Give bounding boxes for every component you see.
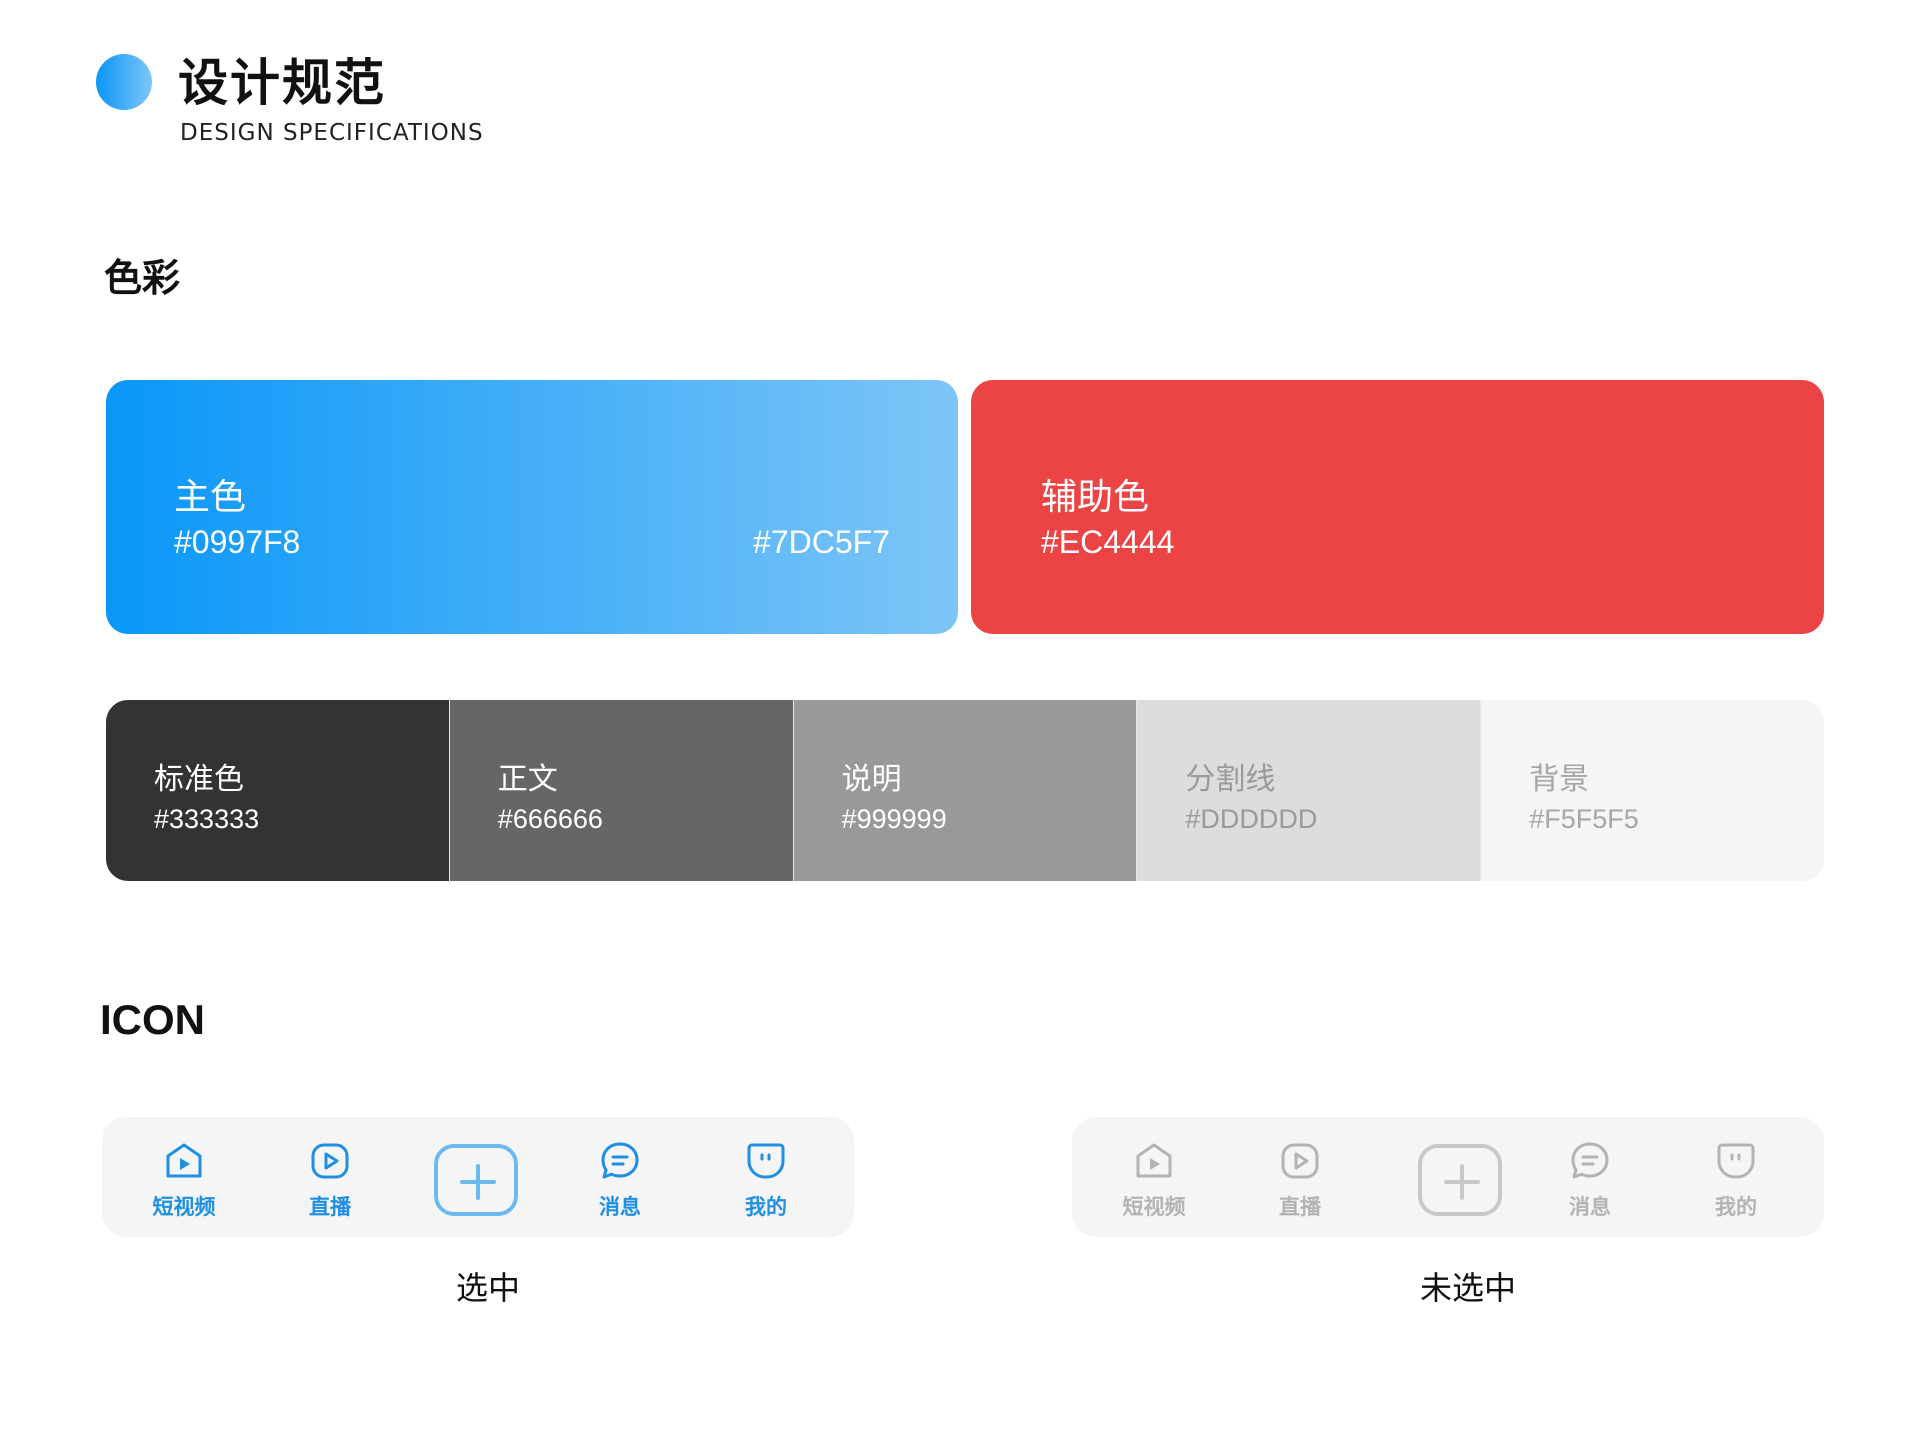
tab-label: 短视频 <box>1122 1195 1186 1219</box>
message-icon <box>1571 1142 1609 1179</box>
tab-messages[interactable]: 消息 <box>560 1117 680 1237</box>
page-title: 设计规范 <box>178 54 386 112</box>
swatch-hex: #F5F5F5 <box>1529 804 1639 834</box>
neutral-color-strip: 标准色 #333333 正文 #666666 说明 #999999 分割线 #D… <box>106 700 1824 881</box>
tabbar-unselected: 短视频 直播 消息 我的 <box>1072 1117 1824 1237</box>
tab-label: 直播 <box>309 1195 351 1219</box>
tab-label: 消息 <box>1569 1195 1611 1219</box>
primary-color-card: 主色 #0997F8 #7DC5F7 <box>106 380 958 634</box>
section-title-icons: ICON <box>100 996 205 1043</box>
live-play-icon <box>311 1143 349 1179</box>
profile-icon <box>1717 1143 1755 1179</box>
swatch-hex: #DDDDDD <box>1185 804 1318 834</box>
swatch-label: 正文 <box>497 762 558 797</box>
add-icon <box>460 1164 496 1200</box>
tab-profile[interactable]: 我的 <box>1676 1117 1796 1237</box>
tab-short-video[interactable]: 短视频 <box>124 1117 244 1237</box>
primary-color-hex-end: #7DC5F7 <box>753 524 890 560</box>
swatch-hex: #333333 <box>154 804 260 834</box>
section-title-colors: 色彩 <box>104 256 181 300</box>
tab-label: 消息 <box>599 1195 641 1219</box>
primary-color-hex-start: #0997F8 <box>174 524 301 560</box>
tab-label: 我的 <box>1715 1195 1757 1219</box>
tab-label: 短视频 <box>152 1195 216 1219</box>
swatch-divider: 分割线 #DDDDDD <box>1136 700 1481 881</box>
swatch-label: 背景 <box>1529 762 1590 797</box>
primary-color-label: 主色 <box>174 477 247 518</box>
tab-live[interactable]: 直播 <box>1240 1117 1360 1237</box>
swatch-hex: #666666 <box>497 804 603 834</box>
caption-unselected: 未选中 <box>1419 1269 1516 1307</box>
swatch-hex: #999999 <box>841 804 947 834</box>
tab-label: 直播 <box>1279 1195 1321 1219</box>
add-icon <box>1444 1164 1480 1200</box>
tab-profile[interactable]: 我的 <box>706 1117 826 1237</box>
secondary-color-card: 辅助色 #EC4444 <box>971 380 1824 634</box>
swatch-label: 标准色 <box>154 762 244 797</box>
add-button-selected[interactable] <box>434 1144 518 1216</box>
tab-label: 我的 <box>745 1195 787 1219</box>
swatch-label: 分割线 <box>1185 762 1276 797</box>
message-icon <box>601 1142 639 1179</box>
tab-messages[interactable]: 消息 <box>1530 1117 1650 1237</box>
tab-live[interactable]: 直播 <box>270 1117 390 1237</box>
caption-selected: 选中 <box>455 1269 520 1307</box>
home-play-icon <box>166 1143 202 1178</box>
live-play-icon <box>1281 1143 1319 1179</box>
swatch-standard: 标准色 #333333 <box>106 700 449 881</box>
swatch-caption: 说明 #999999 <box>792 700 1137 881</box>
swatch-label: 说明 <box>841 762 902 797</box>
profile-icon <box>747 1143 785 1179</box>
header-logo-dot <box>96 54 152 110</box>
tabbar-selected: 短视频 直播 消息 我的 <box>102 1117 854 1237</box>
swatch-body-text: 正文 #666666 <box>448 700 793 881</box>
secondary-color-hex: #EC4444 <box>1041 524 1175 560</box>
home-play-icon <box>1136 1143 1172 1178</box>
page-subtitle: DESIGN SPECIFICATIONS <box>180 120 484 146</box>
tab-short-video[interactable]: 短视频 <box>1094 1117 1214 1237</box>
swatch-background: 背景 #F5F5F5 <box>1480 700 1824 881</box>
secondary-color-label: 辅助色 <box>1041 477 1150 518</box>
add-button-unselected[interactable] <box>1418 1144 1502 1216</box>
